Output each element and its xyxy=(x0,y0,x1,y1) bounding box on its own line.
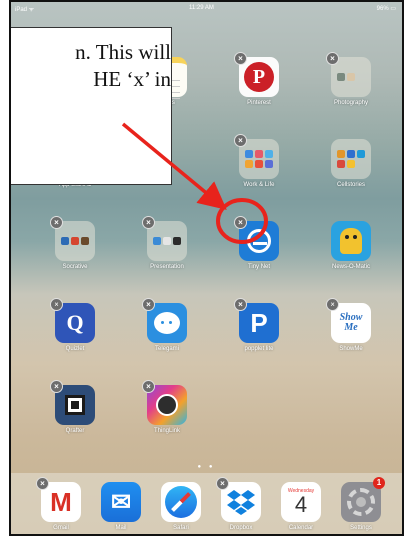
calendar-icon: Wednesday 4 xyxy=(281,482,321,522)
app-telegami[interactable]: × Telegami xyxy=(139,298,195,352)
callout-box: n. This will HE ‘x’ in xyxy=(11,27,172,185)
page-indicator[interactable]: ● ● xyxy=(11,464,402,470)
delete-badge[interactable]: × xyxy=(234,216,247,229)
delete-badge[interactable]: × xyxy=(142,298,155,311)
dock-label: Gmail xyxy=(53,525,69,531)
delete-badge[interactable]: × xyxy=(326,52,339,65)
status-bar: iPad ᯤ 11:29 AM 96% ▭ xyxy=(11,2,402,16)
folder-icon: × xyxy=(50,216,95,261)
folder-presentation[interactable]: × Presentation xyxy=(139,216,195,270)
telegami-icon: × xyxy=(142,298,187,343)
app-label: Telegami xyxy=(154,346,179,352)
folder-label: Socrative xyxy=(62,264,88,270)
showme-icon: Show Me × xyxy=(326,298,371,343)
battery-indicator: 96% ▭ xyxy=(376,6,396,12)
app-thinglink[interactable]: × ThingLink xyxy=(139,380,195,434)
delete-badge[interactable]: × xyxy=(234,52,247,65)
dock-app-dropbox[interactable]: × Dropbox xyxy=(213,477,269,531)
dock-label: Mail xyxy=(115,525,127,531)
carrier-label: iPad ᯤ xyxy=(15,7,35,13)
folder-icon: × xyxy=(234,134,279,179)
app-popplet-lite[interactable]: P × popplet lite xyxy=(231,298,287,352)
notification-badge: 1 xyxy=(373,477,385,489)
dock: M × Gmail ✉ Mail Safari × Dropbox Wednes… xyxy=(11,473,402,534)
dock-app-mail[interactable]: ✉ Mail xyxy=(93,482,149,531)
mail-icon: ✉ xyxy=(101,482,141,522)
folder-cellstories[interactable]: Cellstories xyxy=(323,139,379,188)
app-label: Pinterest xyxy=(247,100,271,106)
app-label: Quizlet xyxy=(65,346,85,352)
tinynet-icon: × xyxy=(234,216,279,261)
folder-photography[interactable]: × Photography xyxy=(323,52,379,106)
delete-badge[interactable]: × xyxy=(234,298,247,311)
settings-icon: 1 xyxy=(341,477,385,522)
folder-label: Photography xyxy=(333,100,369,106)
delete-badge[interactable]: × xyxy=(36,477,49,490)
dock-app-settings[interactable]: 1 Settings xyxy=(333,477,389,531)
app-quizlet[interactable]: Q × Quizlet xyxy=(47,298,103,352)
delete-badge[interactable]: × xyxy=(326,298,339,311)
quizlet-icon: Q × xyxy=(50,298,95,343)
app-label: ThingLink xyxy=(153,428,180,434)
app-label: Qrafter xyxy=(65,428,85,434)
folder-work-life[interactable]: × Work & Life xyxy=(231,134,287,188)
calendar-day: 4 xyxy=(294,492,308,517)
pinterest-icon: P × xyxy=(234,52,279,97)
delete-badge[interactable]: × xyxy=(234,134,247,147)
callout-text: n. This will HE ‘x’ in xyxy=(75,40,171,91)
popplet-icon: P × xyxy=(234,298,279,343)
app-tiny-net[interactable]: × Tiny Net xyxy=(231,216,287,270)
folder-icon: × xyxy=(142,216,187,261)
app-label: popplet lite xyxy=(244,346,274,352)
dock-label: Safari xyxy=(173,525,189,531)
app-label: News-O-Matic xyxy=(331,264,370,270)
delete-badge[interactable]: × xyxy=(216,477,229,490)
gmail-icon: M × xyxy=(36,477,81,522)
app-qrafter[interactable]: × Qrafter xyxy=(47,380,103,434)
qrafter-icon: × xyxy=(50,380,95,425)
folder-label: Work & Life xyxy=(243,182,275,188)
dock-label: Calendar xyxy=(288,525,314,531)
dock-app-calendar[interactable]: Wednesday 4 Calendar xyxy=(273,482,329,531)
news-o-matic-icon xyxy=(331,221,371,261)
delete-badge[interactable]: × xyxy=(50,298,63,311)
dock-app-gmail[interactable]: M × Gmail xyxy=(33,477,89,531)
safari-icon xyxy=(161,482,201,522)
delete-badge[interactable]: × xyxy=(50,216,63,229)
folder-icon xyxy=(331,139,371,179)
delete-badge[interactable]: × xyxy=(142,216,155,229)
dock-app-safari[interactable]: Safari xyxy=(153,482,209,531)
delete-badge[interactable]: × xyxy=(50,380,63,393)
dock-label: Settings xyxy=(350,525,372,531)
app-news-o-matic[interactable]: News-O-Matic xyxy=(323,221,379,270)
clock: 11:29 AM xyxy=(189,5,214,11)
ipad-screen: iPad ᯤ 11:29 AM 96% ▭ Notes P × Pinteres… xyxy=(9,0,404,536)
dock-label: Dropbox xyxy=(229,525,253,531)
app-label: ShowMe xyxy=(339,346,363,352)
app-showme[interactable]: Show Me × ShowMe xyxy=(323,298,379,352)
folder-label: Cellstories xyxy=(336,182,365,188)
delete-badge[interactable]: × xyxy=(142,380,155,393)
app-label: Tiny Net xyxy=(247,264,271,270)
thinglink-icon: × xyxy=(142,380,187,425)
folder-icon: × xyxy=(326,52,371,97)
folder-label: Presentation xyxy=(150,264,184,270)
folder-socrative[interactable]: × Socrative xyxy=(47,216,103,270)
app-pinterest[interactable]: P × Pinterest xyxy=(231,52,287,106)
dropbox-icon: × xyxy=(216,477,261,522)
